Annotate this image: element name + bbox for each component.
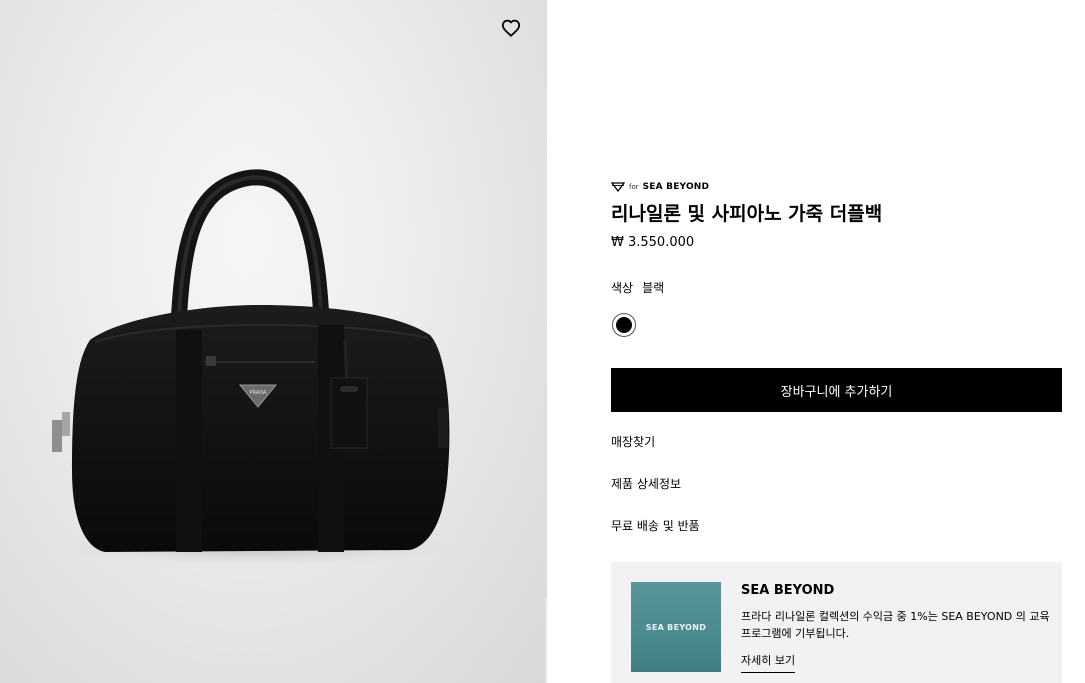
brand-line: for SEA BEYOND — [611, 182, 709, 192]
promo-title: SEA BEYOND — [741, 583, 835, 598]
brand-name: SEA BEYOND — [642, 182, 710, 192]
promo-text: 프라다 리나일론 컬렉션의 수익금 중 1%는 SEA BEYOND 의 교육 … — [741, 610, 1050, 640]
brand-prefix: for — [629, 183, 639, 191]
product-title: 리나일론 및 사피아노 가죽 더플백 — [611, 203, 883, 225]
find-store-link[interactable]: 매장찾기 — [611, 433, 655, 450]
product-image: PRADA — [0, 0, 547, 683]
free-shipping-returns-link[interactable]: 무료 배송 및 반품 — [611, 517, 700, 534]
diamond-icon — [611, 182, 625, 192]
product-price: ₩ 3.550.000 — [611, 235, 695, 250]
wishlist-button[interactable] — [497, 14, 525, 42]
logo-text: PRADA — [250, 390, 267, 396]
color-row: 색상 블랙 — [611, 279, 664, 296]
promo-image: SEA BEYOND — [631, 582, 721, 672]
duffle-bag-illustration: PRADA — [52, 169, 455, 566]
color-value: 블랙 — [642, 281, 665, 295]
color-swatch-black[interactable] — [612, 313, 636, 337]
color-label: 색상 — [611, 281, 634, 295]
image-edge — [545, 598, 547, 683]
product-details-link[interactable]: 제품 상세정보 — [611, 475, 681, 492]
heart-outline-icon — [501, 19, 521, 37]
learn-more-link[interactable]: 자세히 보기 — [741, 652, 796, 673]
promo-image-text: SEA BEYOND — [645, 622, 707, 632]
add-to-cart-button[interactable]: 장바구니에 추가하기 — [611, 368, 1062, 412]
sea-beyond-promo: SEA BEYOND SEA BEYOND 프라다 리나일론 컬렉션의 수익금 … — [611, 562, 1062, 683]
swatch-dot — [616, 317, 632, 333]
